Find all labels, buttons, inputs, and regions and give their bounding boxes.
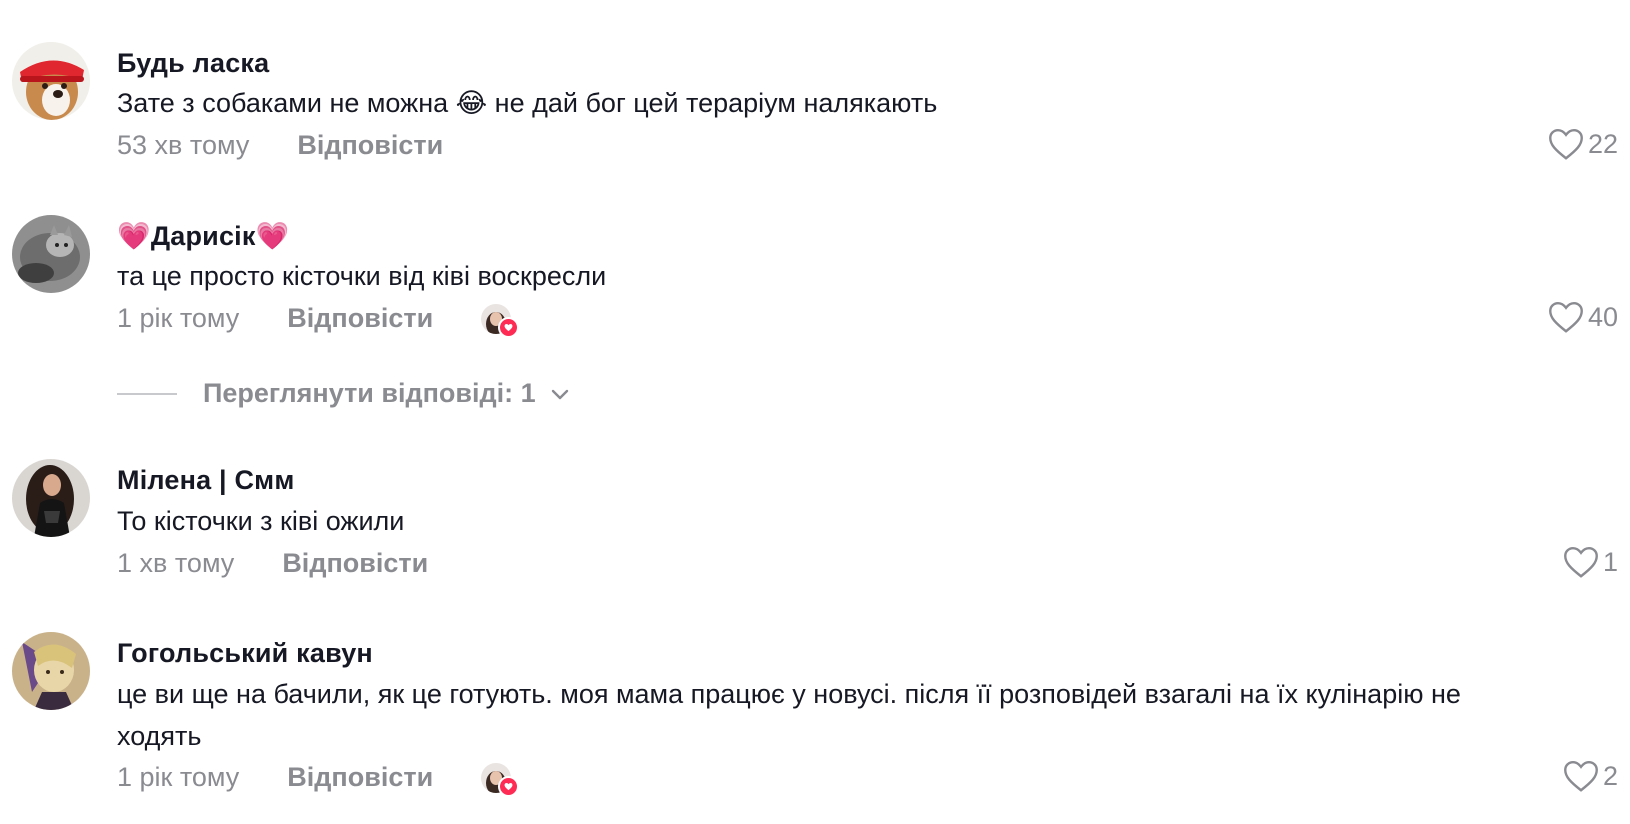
like-count: 1 [1602,546,1618,577]
comment-time: 1 рік тому [117,762,240,792]
comment-text: Зате з собаками не можна 😂 не дай бог це… [117,88,938,118]
comment-meta: 1 рік тому Відповісти [117,303,520,338]
user-avatar[interactable] [12,632,90,710]
reply-button[interactable]: Відповісти [287,762,433,793]
like-count: 2 [1602,760,1618,791]
comment-meta: 1 рік тому Відповісти [117,762,520,797]
like-button[interactable]: 22 [1548,127,1618,161]
divider [117,392,177,395]
comment-time: 53 хв тому [117,130,250,160]
user-avatar[interactable] [12,215,90,293]
comment-text: це ви ще на бачили, як це готують. моя м… [117,679,1461,751]
reply-button[interactable]: Відповісти [297,130,443,161]
view-replies-button[interactable]: Переглянути відповіді: 1 [117,378,570,409]
like-button[interactable]: 2 [1563,759,1618,793]
cat-avatar-icon [12,215,90,293]
heart-outline-icon [1549,301,1583,333]
user-avatar[interactable] [12,459,90,537]
username[interactable]: 💗Дарисік💗 [117,220,289,252]
woman-avatar-icon [12,459,90,537]
creator-liked-badge [481,303,520,338]
heart-outline-icon [1564,760,1598,792]
like-count: 22 [1587,128,1618,159]
heart-badge-icon [498,316,520,338]
comment-text: та це просто кісточки від ківі воскресли [117,261,607,291]
comment-time: 1 хв тому [117,548,235,578]
anime-avatar-icon [12,632,90,710]
like-count: 40 [1587,301,1618,332]
username[interactable]: Гогольський кавун [117,638,373,669]
reply-button[interactable]: Відповісти [282,548,428,579]
reply-button[interactable]: Відповісти [287,303,433,334]
heart-outline-icon [1549,128,1583,160]
username[interactable]: Будь ласка [117,48,269,79]
like-button[interactable]: 1 [1563,545,1618,579]
username[interactable]: Мілена | Смм [117,465,295,496]
comment-meta: 1 хв тому Відповісти [117,548,428,579]
heart-outline-icon [1564,546,1598,578]
user-avatar[interactable] [12,42,90,120]
corgi-avatar-icon [12,42,90,120]
comment-text: То кісточки з ківі ожили [117,506,405,536]
comment-meta: 53 хв тому Відповісти [117,130,443,161]
creator-liked-badge [481,762,520,797]
comment-time: 1 рік тому [117,303,240,333]
like-button[interactable]: 40 [1548,300,1618,334]
view-replies-label: Переглянути відповіді: 1 [203,378,536,408]
chevron-down-icon [551,389,568,399]
heart-badge-icon [498,775,520,797]
